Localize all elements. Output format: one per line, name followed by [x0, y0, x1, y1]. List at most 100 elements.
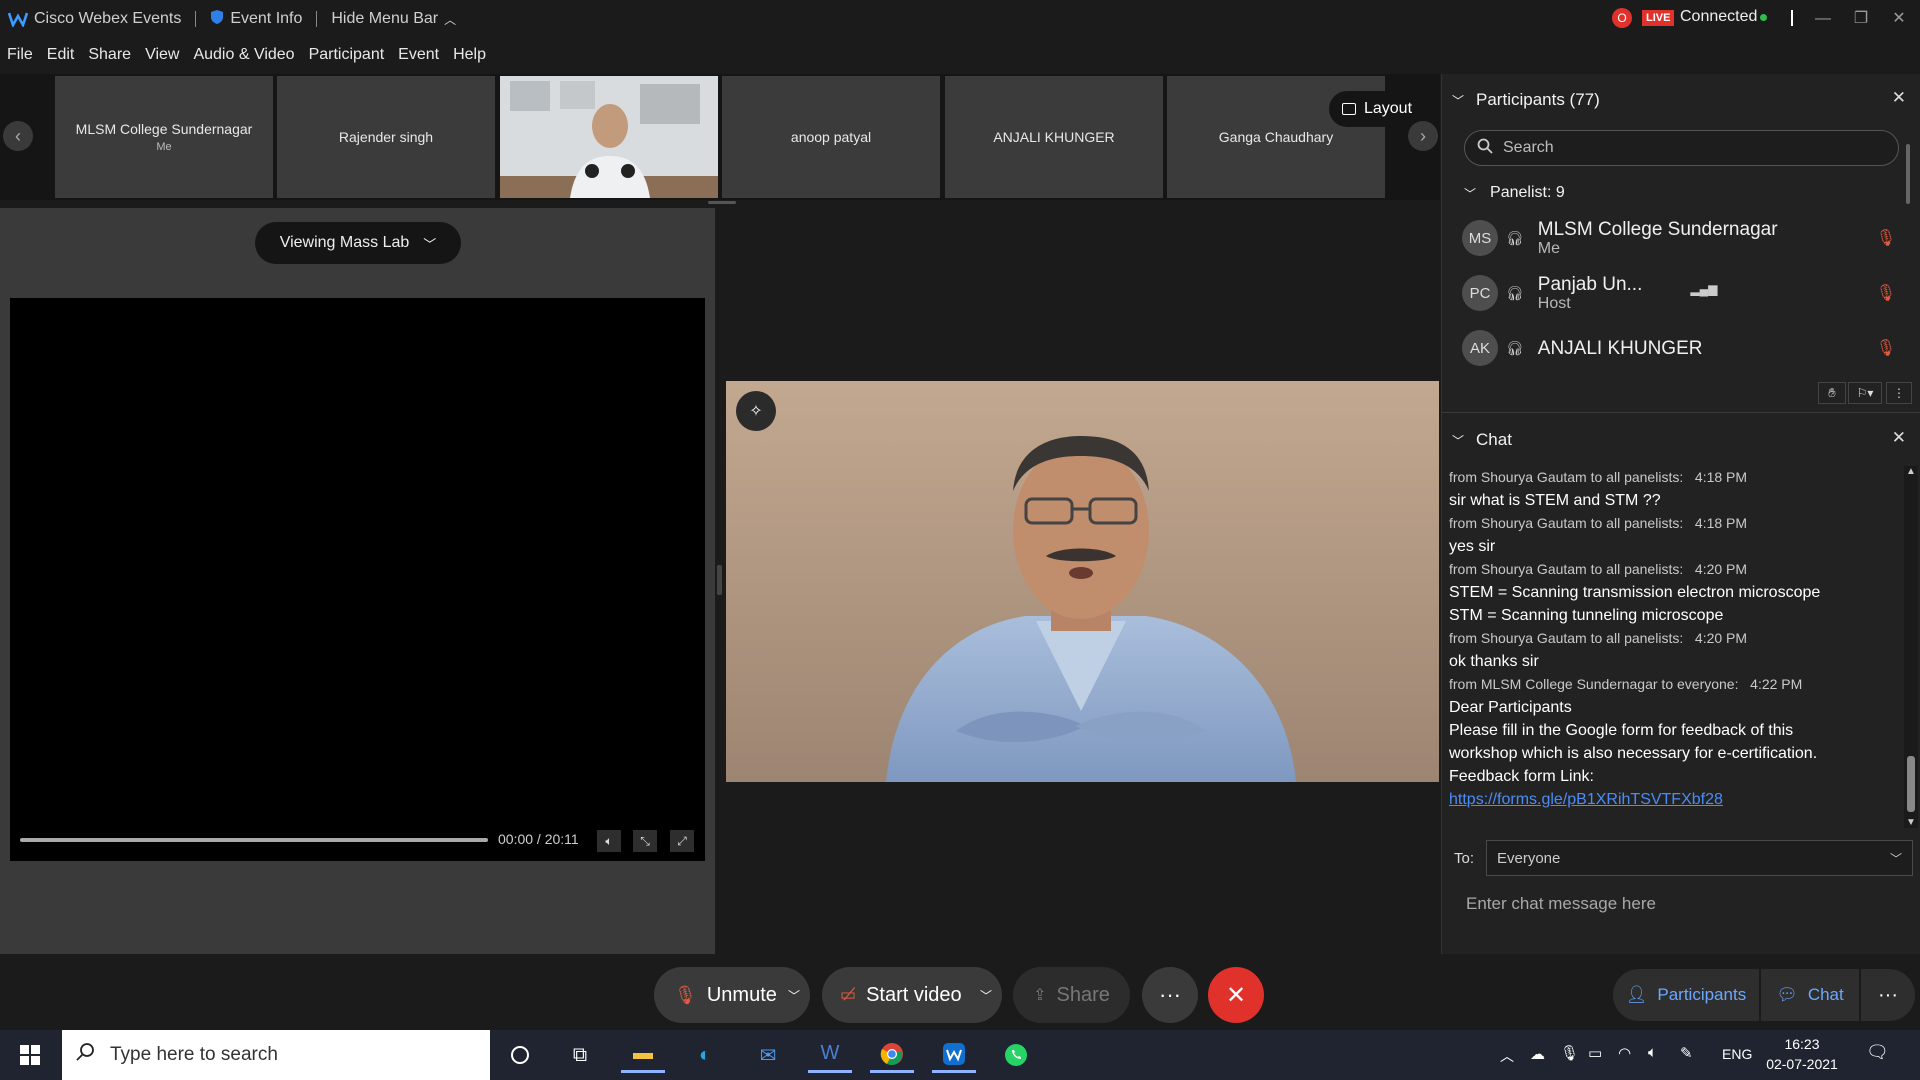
participant-row-panjab[interactable]: PC 🎧︎ Panjab Un... Host ▂▄▆ 🎙︎ — [1462, 267, 1902, 319]
mic-muted-icon[interactable]: 🎙︎ — [1876, 338, 1896, 358]
thumb-video-feed[interactable] — [500, 76, 718, 198]
chat-scrollbar[interactable]: ▲ ▼ — [1904, 466, 1918, 828]
chat-recipient-select[interactable]: Everyone ﹀ — [1486, 840, 1913, 876]
layout-button[interactable]: Layout — [1329, 91, 1425, 127]
active-speaker-video[interactable]: ✧ — [726, 381, 1439, 782]
recording-icon[interactable]: O — [1612, 8, 1632, 28]
viewing-dropdown[interactable]: Viewing Mass Lab ﹀ — [255, 222, 461, 264]
start-video-button[interactable]: ▭̸ Start video ﹀ — [822, 967, 1002, 1023]
thumb-anoop[interactable]: anoop patyal — [722, 76, 940, 198]
menu-share[interactable]: Share — [81, 42, 138, 70]
microphone-icon[interactable]: 🎙︎ — [1560, 1044, 1579, 1062]
mail-icon[interactable]: ✉︎ — [746, 1037, 790, 1073]
thumb-anjali[interactable]: ANJALI KHUNGER — [945, 76, 1163, 198]
more-options-button[interactable]: ··· — [1142, 967, 1198, 1023]
more-options-icon[interactable]: ⋮ — [1886, 382, 1912, 404]
app-title: Cisco Webex Events — [7, 10, 181, 29]
task-view-icon[interactable]: ⧉ — [558, 1037, 602, 1073]
close-icon: ✕ — [1225, 981, 1247, 1009]
menu-help[interactable]: Help — [446, 42, 493, 70]
feedback-form-link[interactable]: https://forms.gle/pB1XRihTSVTFXbf28 — [1449, 788, 1889, 811]
windows-taskbar: Type here to search ⧉ ▬ ◐ ✉︎ W ︿ ☁︎ 🎙︎ ▭… — [0, 1030, 1920, 1080]
notification-icon[interactable]: 🗨︎ — [1866, 1042, 1889, 1063]
menu-participant[interactable]: Participant — [302, 42, 392, 70]
taskbar-search-input[interactable]: Type here to search — [62, 1030, 490, 1080]
scroll-thumb[interactable] — [1907, 756, 1915, 812]
whatsapp-icon[interactable] — [994, 1037, 1038, 1073]
panel-more-button[interactable]: ··· — [1861, 969, 1915, 1021]
close-window-icon[interactable]: ✕ — [1884, 6, 1914, 32]
cortana-icon[interactable] — [498, 1037, 542, 1073]
taskbar-clock[interactable]: 16:23 02-07-2021 — [1766, 1034, 1838, 1074]
pop-out-icon[interactable]: ⤡ — [633, 830, 657, 852]
raise-hand-icon[interactable]: ✋︎ — [1818, 382, 1846, 404]
chevron-right-icon: › — [1420, 125, 1426, 146]
pin-icon[interactable]: ✧ — [736, 391, 776, 431]
search-icon — [1477, 138, 1493, 159]
chat-header[interactable]: ﹀ Chat — [1452, 430, 1512, 450]
participant-row-mlsm[interactable]: MS 🎧︎ MLSM College Sundernagar Me 🎙︎ — [1462, 212, 1902, 264]
mic-muted-icon: 🎙︎ — [674, 984, 697, 1005]
windows-start-icon[interactable] — [8, 1037, 52, 1073]
hide-menu-bar-button[interactable]: Hide Menu Bar ︿ — [331, 10, 456, 28]
webex-taskbar-icon[interactable] — [932, 1037, 976, 1073]
meeting-controls-bar: 🎙︎ Unmute ﹀ ▭̸ Start video ﹀ ⇪ Share ···… — [0, 954, 1920, 1030]
battery-icon[interactable]: ▭ — [1588, 1044, 1602, 1062]
close-participants-icon[interactable]: ✕ — [1892, 88, 1906, 108]
restore-icon[interactable]: ❐ — [1846, 6, 1876, 32]
webex-logo-icon — [7, 11, 29, 29]
minimize-icon[interactable]: — — [1808, 6, 1838, 32]
pane-resize-handle[interactable] — [717, 565, 722, 595]
chrome-icon[interactable] — [870, 1037, 914, 1073]
thumb-rajender[interactable]: Rajender singh — [277, 76, 495, 198]
menu-event[interactable]: Event — [391, 42, 446, 70]
shared-video-player[interactable] — [10, 298, 705, 861]
chevron-down-icon: ﹀ — [1452, 93, 1465, 108]
reactions-icon[interactable]: ⚐▾ — [1848, 382, 1882, 404]
participants-scrollbar[interactable] — [1906, 144, 1910, 204]
menu-file[interactable]: File — [0, 42, 40, 70]
share-button[interactable]: ⇪ Share — [1013, 967, 1130, 1023]
pen-icon[interactable]: ✎ — [1680, 1044, 1693, 1062]
menu-view[interactable]: View — [138, 42, 186, 70]
menu-audio-video[interactable]: Audio & Video — [186, 42, 301, 70]
mic-muted-icon[interactable]: 🎙︎ — [1876, 228, 1896, 248]
strip-next-button[interactable]: › — [1408, 121, 1438, 151]
chat-message: from Shourya Gautam to all panelists: 4:… — [1449, 469, 1748, 509]
participants-toggle-button[interactable]: 👤︎ Participants — [1613, 969, 1759, 1021]
strip-resize-handle[interactable] — [708, 201, 736, 204]
menu-edit[interactable]: Edit — [40, 42, 82, 70]
mic-muted-icon[interactable]: 🎙︎ — [1876, 283, 1896, 303]
avatar: PC — [1462, 275, 1498, 311]
file-explorer-icon[interactable]: ▬ — [621, 1037, 665, 1073]
participant-row-anjali[interactable]: AK 🎧︎ ANJALI KHUNGER 🎙︎ — [1462, 322, 1902, 374]
event-info-button[interactable]: Event Info — [210, 9, 302, 30]
volume-icon[interactable]: 🔈︎ — [597, 830, 621, 852]
fullscreen-icon[interactable]: ⤢ — [670, 830, 694, 852]
unmute-button[interactable]: 🎙︎ Unmute ﹀ — [654, 967, 810, 1023]
close-chat-icon[interactable]: ✕ — [1892, 428, 1906, 448]
participants-header[interactable]: ﹀ Participants (77) — [1452, 90, 1600, 110]
chat-message-input[interactable]: Enter chat message here — [1466, 894, 1656, 914]
thumb-mlsm[interactable]: MLSM College Sundernagar Me — [55, 76, 273, 198]
chevron-up-icon[interactable]: ▲ — [1904, 466, 1918, 477]
panelist-group-header[interactable]: ﹀ Panelist: 9 — [1464, 184, 1565, 202]
chat-toggle-button[interactable]: 💬︎ Chat — [1761, 969, 1859, 1021]
ellipsis-icon: ··· — [1878, 983, 1898, 1006]
volume-icon[interactable]: 🔈︎ — [1648, 1044, 1657, 1061]
shield-icon — [210, 9, 224, 30]
leave-meeting-button[interactable]: ✕ — [1208, 967, 1264, 1023]
strip-prev-button[interactable]: ‹ — [3, 121, 33, 151]
participant-search-input[interactable]: Search — [1464, 130, 1899, 166]
live-badge: LIVE — [1642, 10, 1675, 26]
edge-icon[interactable]: ◐ — [683, 1037, 727, 1073]
chevron-up-icon[interactable]: ︿ — [1500, 1046, 1514, 1066]
chevron-down-icon[interactable]: ▼ — [1904, 817, 1918, 828]
wifi-icon[interactable]: ◠ — [1618, 1044, 1631, 1062]
word-icon[interactable]: W — [808, 1037, 852, 1073]
speaker-image — [726, 381, 1439, 782]
onedrive-icon[interactable]: ☁︎ — [1530, 1045, 1545, 1063]
chevron-down-icon: ﹀ — [423, 236, 437, 252]
video-progress-track[interactable] — [20, 838, 488, 842]
language-indicator[interactable]: ENG — [1722, 1046, 1752, 1062]
